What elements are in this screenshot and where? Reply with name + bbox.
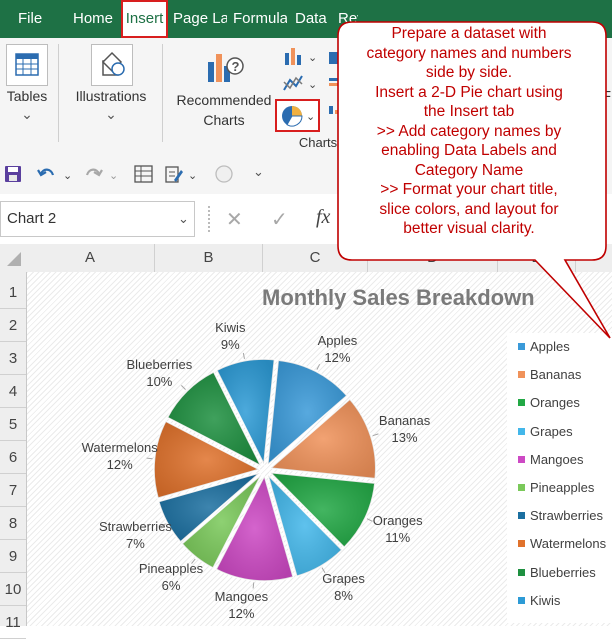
callout-line: slice colors, and layout for xyxy=(379,200,559,218)
callout-line: better visual clarity. xyxy=(403,220,535,237)
legend-swatch xyxy=(518,596,525,604)
chart-legend[interactable]: Apples Bananas Oranges Grapes Mangoes Pineapp… xyxy=(507,333,612,623)
legend-item-watermelons[interactable]: Watermelons xyxy=(518,536,606,556)
callout-line: >> Format your chart title, xyxy=(380,181,558,198)
callout-line: >> Add category names by xyxy=(376,122,562,140)
callout-line: Category Name xyxy=(414,161,524,179)
legend-item-strawberries[interactable]: Strawberries xyxy=(518,508,603,528)
legend-swatch xyxy=(518,540,525,548)
data-label-category: Strawberries xyxy=(98,518,172,534)
data-label-category: Kiwis xyxy=(215,320,246,336)
data-label-percent: 13% xyxy=(391,429,418,445)
callout-line: Prepare a dataset with xyxy=(391,25,547,42)
data-label-percent: 8% xyxy=(334,588,353,604)
legend-swatch xyxy=(518,568,525,576)
data-label-watermelons[interactable]: Watermelons 12% xyxy=(82,439,158,473)
data-label-pineapples[interactable]: Pineapples 6% xyxy=(139,560,203,594)
legend-item-pineapples[interactable]: Pineapples xyxy=(518,480,594,500)
data-label-category: Watermelons xyxy=(81,440,158,456)
legend-item-kiwis[interactable]: Kiwis xyxy=(518,593,560,613)
leader-line xyxy=(242,352,245,359)
legend-item-oranges[interactable]: Oranges xyxy=(518,395,580,415)
legend-item-mangoes[interactable]: Mangoes xyxy=(518,452,583,472)
legend-swatch xyxy=(518,399,525,407)
legend-label: Oranges xyxy=(530,395,580,411)
data-label-percent: 7% xyxy=(126,535,145,551)
legend-label: Blueberries xyxy=(530,564,596,580)
legend-label: Bananas xyxy=(530,367,582,383)
leader-line xyxy=(366,518,373,522)
legend-label: Grapes xyxy=(530,423,573,439)
data-label-bananas[interactable]: Bananas 13% xyxy=(379,412,430,446)
legend-label: Kiwis xyxy=(530,592,561,608)
legend-item-grapes[interactable]: Grapes xyxy=(518,424,573,444)
callout-line: side by side. xyxy=(425,64,513,81)
data-label-oranges[interactable]: Oranges 11% xyxy=(373,512,423,546)
data-label-percent: 12% xyxy=(324,350,351,366)
data-label-blueberries[interactable]: Blueberries 10% xyxy=(126,356,192,390)
callout-line: the Insert tab xyxy=(423,103,515,120)
legend-swatch xyxy=(518,512,525,520)
legend-swatch xyxy=(518,455,525,463)
legend-item-blueberries[interactable]: Blueberries xyxy=(518,565,596,585)
legend-label: Mangoes xyxy=(530,451,584,467)
leader-line xyxy=(372,433,379,437)
legend-label: Watermelons xyxy=(530,536,607,552)
legend-label: Strawberries xyxy=(530,508,603,524)
data-label-category: Pineapples xyxy=(138,560,204,576)
data-label-strawberries[interactable]: Strawberries 7% xyxy=(99,518,172,552)
data-label-kiwis[interactable]: Kiwis 9% xyxy=(215,319,245,353)
data-label-percent: 12% xyxy=(228,606,255,622)
callout-line: enabling Data Labels and xyxy=(381,142,557,159)
data-label-category: Grapes xyxy=(322,571,365,587)
data-label-percent: 11% xyxy=(385,529,411,545)
data-label-mangoes[interactable]: Mangoes 12% xyxy=(215,588,268,622)
legend-swatch xyxy=(518,343,525,351)
data-label-percent: 6% xyxy=(161,577,181,593)
legend-label: Pineapples xyxy=(530,480,595,495)
legend-swatch xyxy=(518,427,525,435)
data-label-grapes[interactable]: Grapes 8% xyxy=(322,570,365,604)
data-label-category: Bananas xyxy=(378,412,431,428)
callout-line: category names and numbers xyxy=(366,44,572,62)
data-label-percent: 9% xyxy=(220,337,240,353)
legend-item-bananas[interactable]: Bananas xyxy=(518,367,581,387)
callout-text: Prepare a dataset with category names an… xyxy=(350,24,588,239)
data-label-category: Oranges xyxy=(372,512,423,528)
data-label-category: Mangoes xyxy=(214,589,269,605)
data-label-percent: 12% xyxy=(106,457,133,473)
callout-line: Insert a 2-D Pie chart using xyxy=(375,83,563,101)
legend-swatch xyxy=(518,371,525,379)
data-label-percent: 10% xyxy=(146,374,173,390)
legend-swatch xyxy=(518,484,525,492)
data-label-category: Blueberries xyxy=(126,357,193,373)
